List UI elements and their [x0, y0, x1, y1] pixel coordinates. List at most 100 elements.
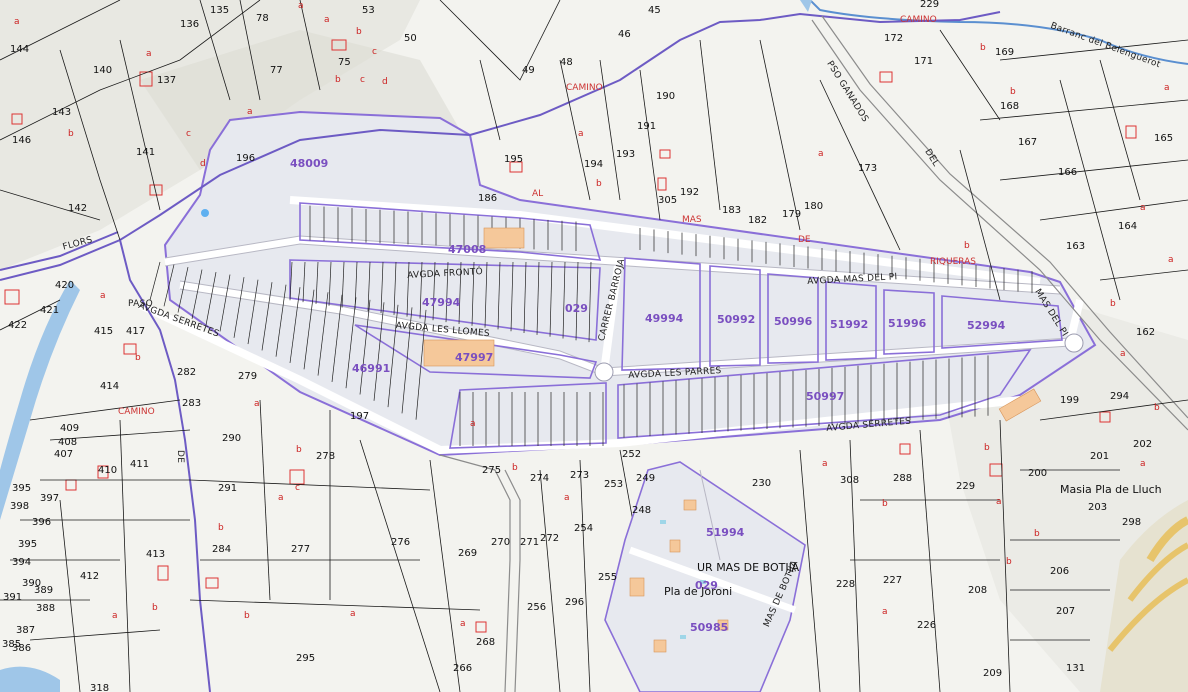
parcel-number-label: 136 — [180, 19, 200, 30]
subparcel-letter-label: b — [68, 129, 74, 139]
subparcel-letter-label: a — [14, 17, 20, 27]
parcel-number-label: 396 — [32, 517, 52, 528]
zone-code-label: 50997 — [806, 390, 845, 403]
parcel-number-label: 197 — [350, 411, 370, 422]
parcel-number-label: 253 — [604, 479, 624, 490]
parcel-number-label: 411 — [130, 459, 150, 470]
subparcel-letter-label: a — [350, 609, 356, 619]
subparcel-letter-label: b — [964, 241, 970, 251]
parcel-number-label: 271 — [520, 537, 540, 548]
parcel-number-label: 386 — [12, 643, 32, 654]
parcel-number-label: 167 — [1018, 137, 1038, 148]
parcel-number-label: 208 — [968, 585, 988, 596]
parcel-number-label: 273 — [570, 470, 590, 481]
subparcel-letter-label: d — [200, 159, 206, 169]
parcel-number-label: 388 — [36, 603, 56, 614]
parcel-number-label: 203 — [1088, 502, 1108, 513]
subparcel-letter-label: b — [512, 463, 518, 473]
subparcel-letter-label: a — [818, 149, 824, 159]
parcel-number-label: 249 — [636, 473, 656, 484]
place-name-label: Pla de Joroni — [664, 585, 733, 598]
parcel-number-label: 305 — [658, 195, 678, 206]
parcel-number-label: 207 — [1056, 606, 1076, 617]
subparcel-letter-label: a — [1140, 203, 1146, 213]
subparcel-letter-label: b — [135, 353, 141, 363]
subparcel-letter-label: a — [882, 607, 888, 617]
parcel-number-label: 422 — [8, 320, 28, 331]
parcel-number-label: 296 — [565, 597, 585, 608]
parcel-number-label: 140 — [93, 65, 113, 76]
parcel-number-label: 173 — [858, 163, 878, 174]
parcel-number-label: 168 — [1000, 101, 1020, 112]
place-name-label: Masia Pla de Lluch — [1060, 483, 1162, 496]
parcel-number-label: 202 — [1133, 439, 1153, 450]
parcel-number-label: 53 — [362, 5, 375, 16]
parcel-number-label: 291 — [218, 483, 238, 494]
subparcel-letter-label: a — [100, 291, 106, 301]
road-name-label: CAMINO — [118, 407, 155, 417]
parcel-number-label: 248 — [632, 505, 652, 516]
parcel-number-label: 179 — [782, 209, 802, 220]
cadastral-map[interactable]: 135 78 53 50 45 229 136 144 140 137 77 75 49 48 46 172 1… — [0, 0, 1188, 692]
parcel-number-label: 45 — [648, 5, 661, 16]
parcel-number-label: 191 — [637, 121, 657, 132]
subparcel-letter-label: a — [278, 493, 284, 503]
parcel-number-label: 288 — [893, 473, 913, 484]
parcel-number-label: 190 — [656, 91, 676, 102]
parcel-number-label: 182 — [748, 215, 768, 226]
road-name-label: CAMINO — [900, 15, 937, 25]
parcel-number-label: 252 — [622, 449, 642, 460]
parcel-number-label: 389 — [34, 585, 54, 596]
parcel-number-label: 417 — [126, 326, 146, 337]
parcel-number-label: 77 — [270, 65, 283, 76]
parcel-number-label: 227 — [883, 575, 903, 586]
parcel-number-label: 391 — [3, 592, 23, 603]
parcel-number-label: 194 — [584, 159, 604, 170]
subparcel-letter-label: d — [382, 77, 388, 87]
parcel-number-label: 398 — [10, 501, 30, 512]
parcel-number-label: 397 — [40, 493, 60, 504]
subparcel-letter-label: a — [996, 497, 1002, 507]
subparcel-letter-label: b — [596, 179, 602, 189]
parcel-number-label: 421 — [40, 305, 60, 316]
subparcel-letter-label: b — [1154, 403, 1160, 413]
zone-code-label: 50992 — [717, 313, 756, 326]
parcel-number-label: 414 — [100, 381, 120, 392]
parcel-number-label: 171 — [914, 56, 934, 67]
parcel-number-label: 407 — [54, 449, 74, 460]
road-name-label: CAMINO — [566, 83, 603, 93]
subparcel-letter-label: a — [1120, 349, 1126, 359]
parcel-number-label: 46 — [618, 29, 631, 40]
zone-code-label: 47994 — [422, 296, 461, 309]
zone-code-label: 50996 — [774, 315, 813, 328]
parcel-number-label: 282 — [177, 367, 197, 378]
parcel-number-label: 268 — [476, 637, 496, 648]
parcel-number-label: 146 — [12, 135, 32, 146]
parcel-number-label: 298 — [1122, 517, 1142, 528]
road-name-label: DE — [798, 235, 811, 245]
zone-code-label: 46991 — [352, 362, 391, 375]
subparcel-letter-label: b — [984, 443, 990, 453]
parcel-number-label: 48 — [560, 57, 573, 68]
parcel-number-label: 229 — [956, 481, 976, 492]
parcel-number-label: 294 — [1110, 391, 1130, 402]
subparcel-letter-label: a — [1168, 255, 1174, 265]
parcel-number-label: 283 — [182, 398, 202, 409]
parcel-number-label: 196 — [236, 153, 256, 164]
parcel-number-label: 410 — [98, 465, 118, 476]
parcel-number-label: 164 — [1118, 221, 1138, 232]
subparcel-letter-label: b — [1034, 529, 1040, 539]
subparcel-letter-label: a — [1164, 83, 1170, 93]
parcel-number-label: 409 — [60, 423, 80, 434]
zone-code-label: 51992 — [830, 318, 869, 331]
parcel-number-label: 279 — [238, 371, 258, 382]
subparcel-letter-label: a — [564, 493, 570, 503]
subparcel-letter-label: a — [254, 399, 260, 409]
parcel-number-label: 276 — [391, 537, 411, 548]
parcel-number-label: 135 — [210, 5, 230, 16]
subparcel-letter-label: b — [296, 445, 302, 455]
parcel-number-label: 394 — [12, 557, 32, 568]
parcel-number-label: 192 — [680, 187, 700, 198]
parcel-number-label: 180 — [804, 201, 824, 212]
parcel-number-label: 274 — [530, 473, 550, 484]
